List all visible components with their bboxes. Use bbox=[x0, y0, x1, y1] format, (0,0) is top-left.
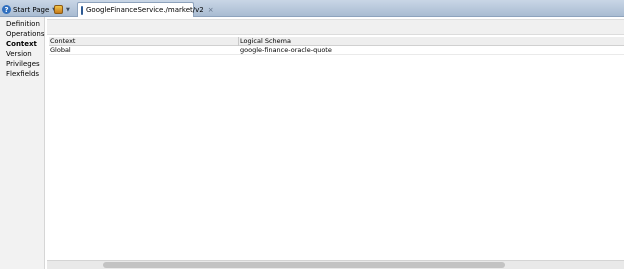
editor-tab-strip: ? Start Page ▼ ▼ GoogleFinanceService./m… bbox=[0, 0, 624, 17]
cell-logical-schema: google-finance-oracle-quote bbox=[240, 46, 332, 54]
close-icon[interactable]: × bbox=[208, 6, 214, 14]
tab-start-page-label: Start Page bbox=[13, 5, 50, 14]
cell-context: Global bbox=[50, 46, 71, 54]
service-icon bbox=[81, 5, 83, 15]
tool-icon bbox=[54, 5, 63, 14]
tab-active-label: GoogleFinanceService./market/v2 bbox=[86, 6, 204, 14]
help-icon: ? bbox=[2, 5, 11, 14]
table-header: Context Logical Schema bbox=[49, 37, 624, 46]
column-header-logical-schema[interactable]: Logical Schema bbox=[239, 37, 291, 46]
column-header-context[interactable]: Context bbox=[49, 37, 75, 46]
editor-nav-panel: Definition Operations Context Version Pr… bbox=[0, 17, 45, 269]
nav-item-version[interactable]: Version bbox=[6, 49, 32, 59]
scrollbar-thumb[interactable] bbox=[103, 262, 505, 268]
nav-item-context[interactable]: Context bbox=[6, 39, 37, 49]
tab-google-finance-service[interactable]: GoogleFinanceService./market/v2 × bbox=[77, 2, 214, 17]
nav-item-privileges[interactable]: Privileges bbox=[6, 59, 40, 69]
table-row[interactable]: Global google-finance-oracle-quote bbox=[49, 46, 624, 55]
nav-item-flexfields[interactable]: Flexfields bbox=[6, 69, 39, 79]
chevron-down-icon[interactable]: ▼ bbox=[66, 7, 70, 13]
table-toolbar bbox=[47, 19, 624, 35]
horizontal-scrollbar[interactable] bbox=[47, 260, 624, 269]
nav-item-definition[interactable]: Definition bbox=[6, 19, 40, 29]
context-panel: Context Logical Schema Global google-fin… bbox=[47, 17, 624, 260]
nav-item-operations[interactable]: Operations bbox=[6, 29, 44, 39]
